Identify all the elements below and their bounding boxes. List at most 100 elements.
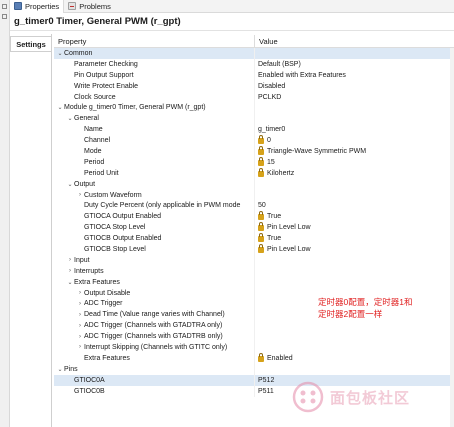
lock-icon	[258, 146, 264, 155]
table-row[interactable]: › Interrupts	[54, 265, 454, 277]
property-label: Common	[64, 49, 93, 57]
value-cell[interactable]: 15	[255, 156, 454, 168]
property-value: Kilohertz	[267, 169, 295, 177]
minimize-icon[interactable]	[2, 4, 7, 9]
table-row[interactable]: › Interrupt Skipping (Channels with GTITC…	[54, 342, 454, 353]
property-value: Triangle-Wave Symmetric PWM	[267, 147, 367, 155]
tab-problems-label: Problems	[79, 1, 111, 11]
value-cell[interactable]: Kilohertz	[255, 167, 454, 179]
tab-settings[interactable]: Settings	[10, 36, 51, 52]
value-cell[interactable]: Triangle-Wave Symmetric PWM	[255, 146, 454, 157]
chevron-right-icon[interactable]: ›	[76, 301, 84, 307]
property-cell: › Input	[54, 254, 255, 266]
value-cell[interactable]: P511	[255, 386, 454, 397]
view-tab-bar: Properties Problems	[10, 0, 454, 13]
table-row[interactable]: ⌄ General	[54, 113, 454, 125]
table-header: Property Value	[54, 35, 454, 48]
lock-icon	[258, 233, 264, 243]
value-cell	[255, 255, 454, 266]
table-row[interactable]: Parameter Checking Default (BSP)	[54, 58, 454, 70]
property-label: GTIOCA Stop Level	[84, 224, 146, 232]
table-row[interactable]: GTIOCB Output Enabled True	[54, 233, 454, 245]
table-row[interactable]: GTIOC0A P512	[54, 374, 454, 386]
table-row[interactable]: Mode Triangle-Wave Symmetric PWM	[54, 146, 454, 157]
property-cell: › Output Disable	[54, 287, 255, 299]
value-cell[interactable]: True	[255, 211, 454, 222]
property-label: Parameter Checking	[74, 60, 138, 68]
lock-icon	[258, 222, 264, 232]
properties-icon	[14, 2, 22, 10]
table-row[interactable]: Duty Cycle Percent (only applicable in P…	[54, 200, 454, 212]
table-row[interactable]: GTIOCA Stop Level Pin Level Low	[54, 222, 454, 234]
chevron-right-icon[interactable]: ›	[76, 290, 84, 296]
chevron-right-icon[interactable]: ›	[76, 344, 84, 350]
chevron-right-icon[interactable]: ›	[76, 312, 84, 318]
value-cell[interactable]: 50	[255, 200, 454, 211]
table-row[interactable]: Write Protect Enable Disabled	[54, 80, 454, 92]
chevron-right-icon[interactable]: ›	[76, 192, 84, 198]
table-row[interactable]: GTIOCA Output Enabled True	[54, 211, 454, 223]
table-row[interactable]: Clock Source PCLKD	[54, 91, 454, 103]
column-header-property[interactable]: Property	[54, 35, 255, 48]
chevron-down-icon[interactable]: ⌄	[66, 115, 74, 122]
vertical-scrollbar[interactable]	[450, 48, 454, 427]
table-row[interactable]: › Input	[54, 254, 454, 266]
chevron-right-icon[interactable]: ›	[66, 268, 74, 274]
property-cell: ⌄ Pins	[54, 363, 255, 375]
table-row[interactable]: ⌄ Pins	[54, 363, 454, 375]
chevron-down-icon[interactable]: ⌄	[66, 279, 74, 286]
table-row[interactable]: Period Unit Kilohertz	[54, 167, 454, 179]
value-cell[interactable]: Pin Level Low	[255, 222, 454, 233]
value-cell[interactable]: Pin Level Low	[255, 244, 454, 255]
chevron-down-icon[interactable]: ⌄	[56, 104, 64, 111]
table-row[interactable]: Period 15	[54, 156, 454, 168]
chevron-right-icon[interactable]: ›	[76, 323, 84, 329]
property-value: Disabled	[258, 82, 286, 90]
table-row[interactable]: ⌄ Output	[54, 178, 454, 190]
property-cell: Write Protect Enable	[54, 80, 255, 92]
chevron-right-icon[interactable]: ›	[66, 257, 74, 263]
value-cell[interactable]: Enabled with Extra Features	[255, 70, 454, 81]
property-value: 15	[267, 158, 275, 166]
maximize-icon[interactable]	[2, 14, 7, 19]
property-cell: Channel	[54, 135, 255, 147]
property-cell: GTIOCB Output Enabled	[54, 233, 255, 245]
table-row[interactable]: GTIOC0B P511	[54, 385, 454, 397]
value-cell[interactable]: 0	[255, 135, 454, 146]
table-row[interactable]: › ADC Trigger (Channels with GTADTRB only…	[54, 331, 454, 343]
value-cell[interactable]: g_timer0	[255, 124, 454, 135]
table-row[interactable]: Channel 0	[54, 135, 454, 147]
value-cell[interactable]: PCLKD	[255, 92, 454, 103]
chevron-down-icon[interactable]: ⌄	[66, 181, 74, 188]
property-cell: Name	[54, 124, 255, 136]
property-cell: GTIOCA Stop Level	[54, 222, 255, 234]
table-row[interactable]: Pin Output Support Enabled with Extra Fea…	[54, 69, 454, 81]
property-cell: ⌄ General	[54, 113, 255, 125]
table-body: ⌄ Common Parameter Checking Default (BSP) Pi…	[54, 48, 454, 397]
value-cell[interactable]: Disabled	[255, 81, 454, 92]
chevron-right-icon[interactable]: ›	[76, 334, 84, 340]
value-cell[interactable]: P512	[255, 375, 454, 386]
value-cell[interactable]: True	[255, 233, 454, 244]
chevron-down-icon[interactable]: ⌄	[56, 366, 64, 373]
value-cell[interactable]: Default (BSP)	[255, 59, 454, 70]
table-row[interactable]: GTIOCB Stop Level Pin Level Low	[54, 244, 454, 255]
property-cell: Parameter Checking	[54, 58, 255, 70]
table-row[interactable]: ⌄ Module g_timer0 Timer, General PWM (r_g…	[54, 102, 454, 114]
value-cell[interactable]: Enabled	[255, 352, 454, 364]
property-table: Property Value ⌄ Common Parameter Checking…	[54, 35, 454, 427]
column-header-value[interactable]: Value	[255, 35, 278, 48]
table-row[interactable]: ⌄ Extra Features	[54, 276, 454, 288]
tab-properties[interactable]: Properties	[10, 0, 65, 13]
tab-problems[interactable]: Problems	[64, 0, 115, 13]
table-row[interactable]: ⌄ Common	[54, 48, 454, 59]
table-row[interactable]: › ADC Trigger (Channels with GTADTRA only…	[54, 320, 454, 332]
table-row[interactable]: Name g_timer0	[54, 124, 454, 136]
table-row[interactable]: › Custom Waveform	[54, 189, 454, 201]
property-cell: › Dead Time (Value range varies with Chan…	[54, 309, 255, 321]
lock-icon	[258, 352, 264, 362]
value-cell	[255, 320, 454, 331]
table-row[interactable]: Extra Features Enabled	[54, 352, 454, 364]
property-label: Period Unit	[84, 169, 119, 177]
chevron-down-icon[interactable]: ⌄	[56, 50, 64, 57]
